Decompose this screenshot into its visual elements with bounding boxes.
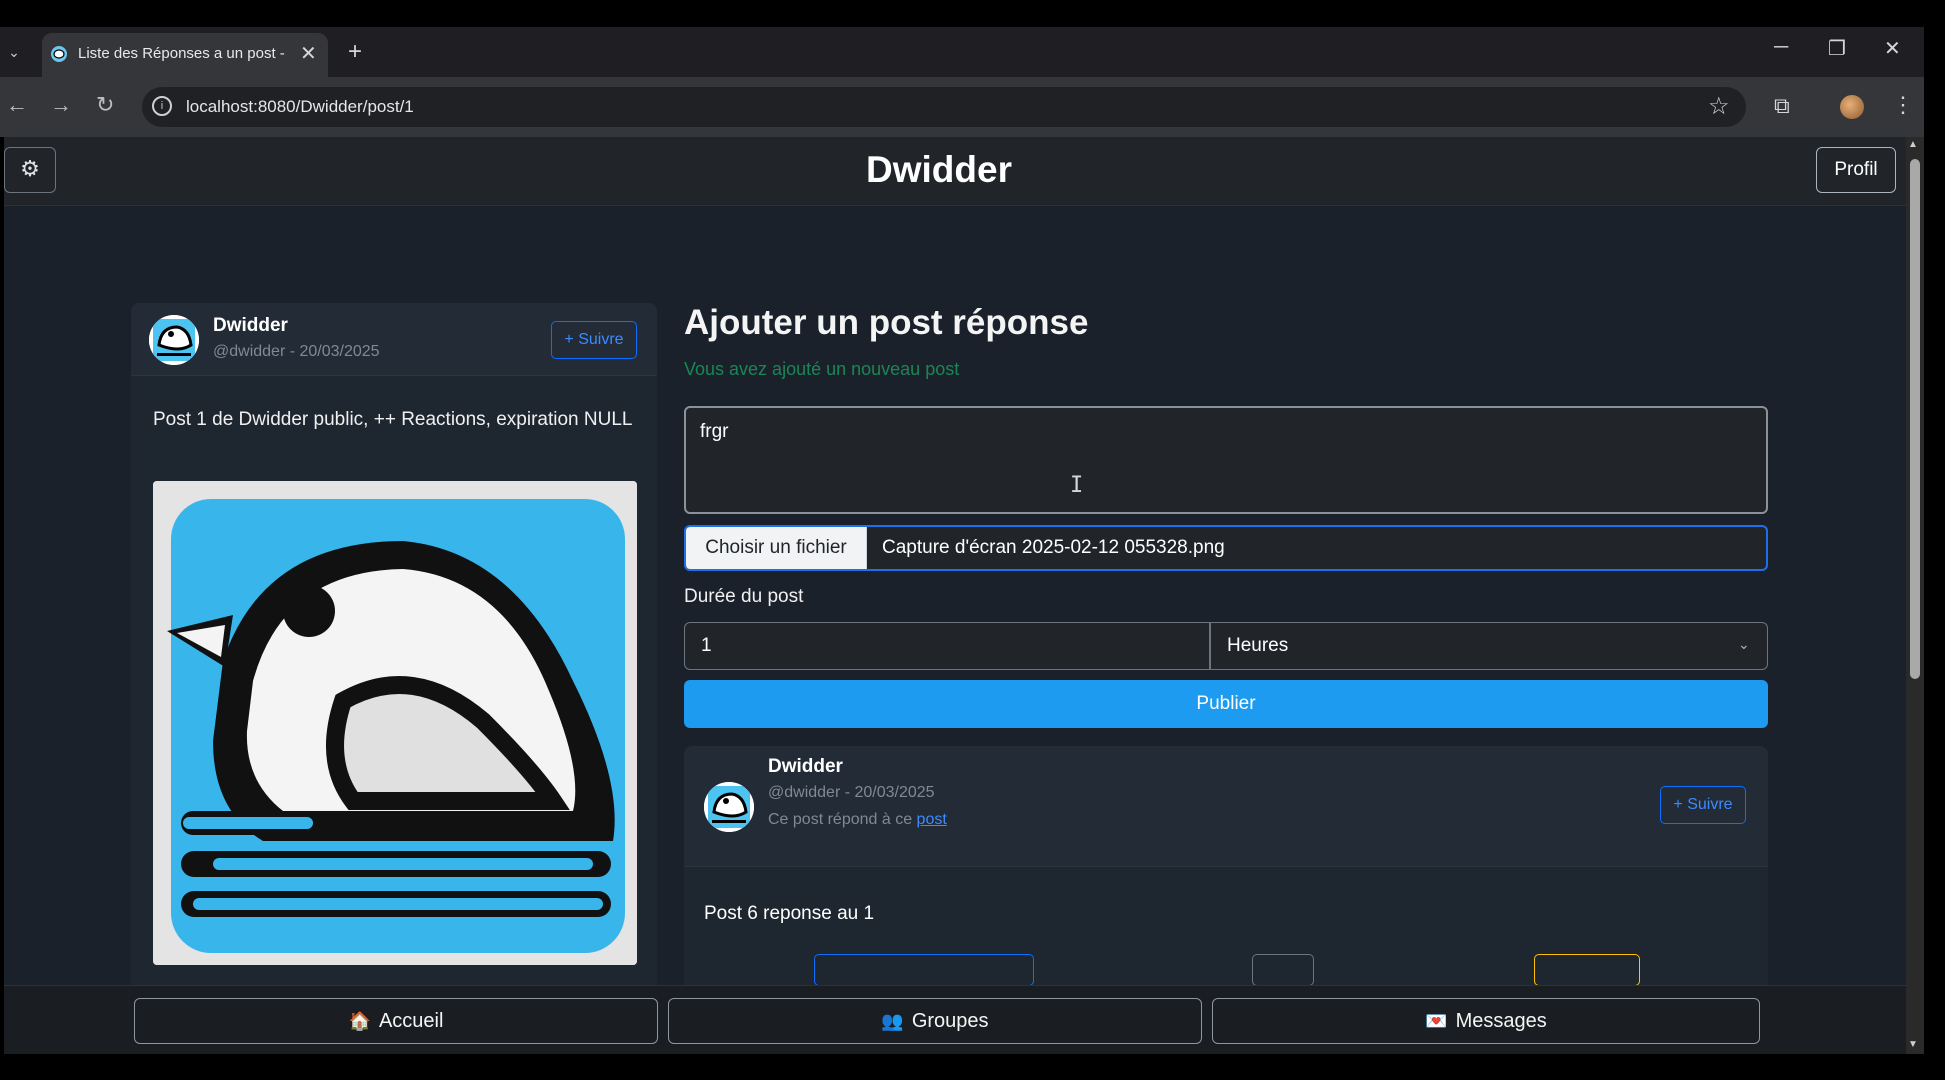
author-avatar[interactable] [149,315,199,365]
post-meta: @dwidder - 20/03/2025 [213,343,380,360]
success-message: Vous avez ajouté un nouveau post [684,359,960,379]
original-post-card: Dwidder @dwidder - 20/03/2025 + Suivre P… [131,303,657,1003]
post-header: Dwidder @dwidder - 20/03/2025 Ce post ré… [684,746,1768,867]
text-cursor-icon: I [1070,473,1084,498]
bookmark-star-icon[interactable]: ☆ [1708,92,1730,121]
scroll-down-icon[interactable]: ▼ [1908,1039,1918,1050]
nav-home-label: Accueil [378,1010,444,1032]
post-meta: @dwidder - 20/03/2025 [768,784,935,801]
minimize-icon[interactable]: ─ [1774,36,1788,59]
scroll-up-icon[interactable]: ▲ [1908,139,1918,150]
post-text: Post 6 reponse au 1 [704,903,875,924]
reply-textarea[interactable]: frgr [684,406,1768,514]
window-close-icon[interactable]: ✕ [1884,36,1901,61]
share-button[interactable] [1534,954,1640,986]
nav-groups-label: Groupes [911,1010,989,1032]
profile-button[interactable]: Profil [1816,147,1896,193]
scroll-thumb[interactable] [1910,159,1920,679]
follow-button[interactable]: + Suivre [1660,786,1746,824]
file-name: Capture d'écran 2025-02-12 055328.png [882,537,1225,558]
groups-icon: 👥 [881,1011,904,1031]
messages-icon: 💌 [1425,1011,1448,1031]
url-text[interactable]: localhost:8080/Dwidder/post/1 [186,97,414,117]
post-image[interactable] [153,481,637,965]
publish-button[interactable]: Publier [684,680,1768,728]
nav-messages-button[interactable]: 💌 Messages [1212,998,1760,1044]
reaction-button[interactable] [814,954,1034,986]
browser-profile-avatar[interactable] [1840,95,1864,119]
post-actions [684,942,1768,986]
app-header: ⚙ Dwidder Profil [4,137,1906,206]
reload-icon[interactable]: ↻ [96,92,114,118]
app-title: Dwidder [866,149,1012,190]
reply-to-link[interactable]: post [917,811,947,828]
follow-button[interactable]: + Suivre [551,321,637,359]
new-tab-icon[interactable]: + [348,38,362,66]
bird-logo-image [153,481,637,965]
back-icon[interactable]: ← [6,92,28,118]
post-text: Post 1 de Dwidder public, ++ Reactions, … [153,409,633,430]
author-avatar[interactable] [704,782,754,832]
reply-form-heading: Ajouter un post réponse [684,303,1089,342]
reply-to-line: Ce post répond à ce post [768,811,947,829]
restore-icon[interactable]: ❐ [1828,36,1846,61]
browser-menu-icon[interactable]: ⋮ [1892,92,1914,118]
tab-search-chevron-icon[interactable]: ⌄ [4,38,24,66]
browser-tab[interactable]: Liste des Réponses a un post - ✕ [42,33,328,77]
page-scrollbar[interactable]: ▲ ▼ [1906,137,1924,1054]
extensions-icon[interactable]: ⧉ [1774,93,1790,119]
file-input[interactable]: Choisir un fichier Capture d'écran 2025-… [684,525,1768,571]
chevron-down-icon: ⌄ [1738,636,1750,652]
favicon-icon [51,46,67,62]
nav-groups-button[interactable]: 👥 Groupes [668,998,1202,1044]
site-info-icon[interactable]: i [152,96,172,116]
page: ⚙ Dwidder Profil Dwidder @dwidder - 20/0… [4,137,1906,1054]
home-icon: 🏠 [348,1011,371,1031]
comment-button[interactable] [1252,954,1314,986]
nav-home-button[interactable]: 🏠 Accueil [134,998,658,1044]
reply-to-prefix: Ce post répond à ce [768,811,917,828]
bottom-navbar: 🏠 Accueil 👥 Groupes 💌 Messages [4,985,1906,1054]
post-header: Dwidder @dwidder - 20/03/2025 + Suivre [131,303,657,376]
duration-unit-select[interactable]: Heures [1210,622,1768,670]
tab-title: Liste des Réponses a un post - [78,45,285,62]
post-author[interactable]: Dwidder [768,756,843,778]
forward-icon[interactable]: → [50,92,72,118]
choose-file-button[interactable]: Choisir un fichier [686,527,867,569]
post-author[interactable]: Dwidder [213,315,288,337]
duration-label: Durée du post [684,586,804,607]
nav-messages-label: Messages [1455,1010,1547,1032]
tab-close-icon[interactable]: ✕ [300,41,317,66]
duration-input[interactable]: 1 [684,622,1210,670]
